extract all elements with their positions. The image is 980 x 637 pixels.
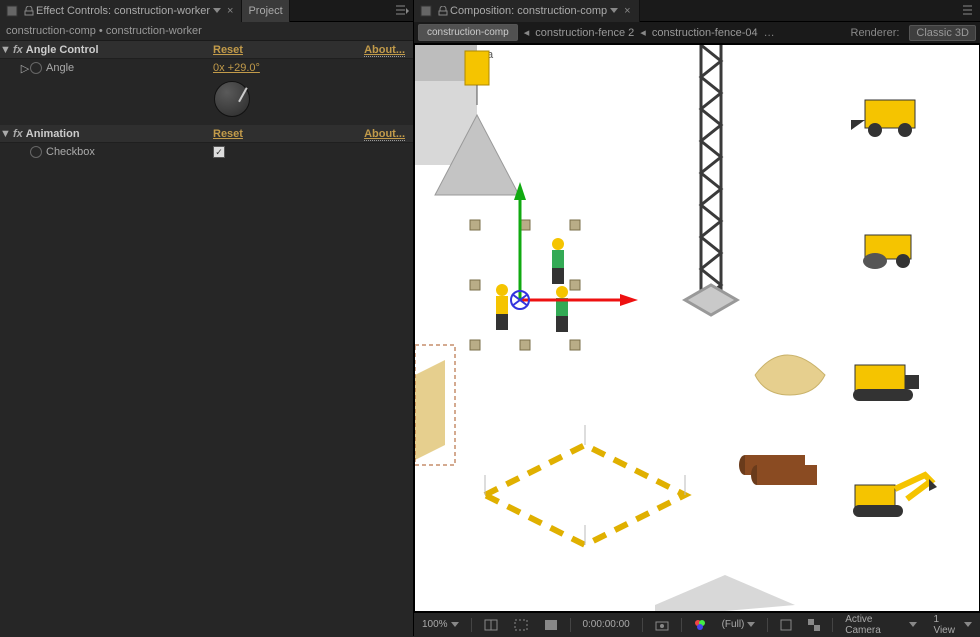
left-tab-bar: Effect Controls: construction-worker × P… <box>0 0 413 22</box>
close-tab-button[interactable]: × <box>622 5 632 17</box>
comp-tab-active[interactable]: construction-comp <box>418 24 518 41</box>
views-dropdown[interactable]: 1 View <box>929 613 976 637</box>
breadcrumb: construction-comp • construction-worker <box>0 22 413 41</box>
effects-list: ▼ fx Angle Control Reset About... ▷ Angl… <box>0 41 413 636</box>
effect-name: Angle Control <box>26 44 213 56</box>
nav-prev-icon[interactable]: ◂ <box>640 26 646 39</box>
fx-badge: fx <box>13 44 23 56</box>
effect-controls-panel: Effect Controls: construction-worker × P… <box>0 0 414 636</box>
twirl-right-icon[interactable]: ▷ <box>20 62 30 75</box>
fx-badge: fx <box>13 128 23 140</box>
timecode-display[interactable]: 0:00:00:00 <box>578 618 633 631</box>
twirl-down-icon[interactable]: ▼ <box>0 128 10 140</box>
checkbox-input[interactable]: ✓ <box>213 146 225 158</box>
property-row-checkbox: ▷ Checkbox ✓ <box>0 143 413 161</box>
panel-icon <box>420 5 432 17</box>
transparency-grid-icon[interactable] <box>804 618 824 632</box>
composition-panel: Composition: construction-comp × constru… <box>414 0 980 636</box>
grid-icon[interactable] <box>510 618 532 632</box>
snapshot-icon[interactable] <box>651 618 673 632</box>
property-row-angle: ▷ Angle 0x +29.0° <box>0 59 413 77</box>
twirl-down-icon[interactable]: ▼ <box>0 44 10 56</box>
composition-nav-bar: construction-comp ◂ construction-fence 2… <box>414 22 980 44</box>
composition-tab[interactable]: Composition: construction-comp × <box>414 0 640 22</box>
renderer-dropdown[interactable]: Classic 3D <box>909 25 976 41</box>
renderer-label: Renderer: <box>851 27 900 39</box>
effect-name: Animation <box>26 128 213 140</box>
angle-dial[interactable] <box>214 81 250 117</box>
comp-tab-other[interactable]: construction-fence-04 <box>652 27 758 39</box>
nav-prev-icon[interactable]: ◂ <box>524 26 530 39</box>
channel-icon[interactable] <box>690 618 710 632</box>
stopwatch-icon[interactable] <box>30 146 42 158</box>
panel-icon <box>6 5 18 17</box>
camera-dropdown[interactable]: Active Camera <box>841 613 921 637</box>
about-link[interactable]: About... <box>364 44 405 57</box>
res-half-icon[interactable] <box>480 618 502 632</box>
comp-tab-other[interactable]: construction-fence 2 <box>535 27 634 39</box>
panel-menu-icon[interactable] <box>962 4 976 16</box>
scene-canvas <box>415 45 980 611</box>
project-tab[interactable]: Project <box>242 0 289 22</box>
roi-icon[interactable] <box>776 618 796 632</box>
reset-link[interactable]: Reset <box>213 128 243 140</box>
right-tab-bar: Composition: construction-comp × <box>414 0 980 22</box>
about-link[interactable]: About... <box>364 128 405 141</box>
chevron-down-icon[interactable] <box>213 8 221 13</box>
vehicle-roller <box>863 235 911 269</box>
zoom-dropdown[interactable]: 100% <box>418 618 463 631</box>
chevron-down-icon[interactable] <box>610 8 618 13</box>
property-name: Angle <box>46 62 213 74</box>
property-name: Checkbox <box>46 146 213 158</box>
reset-link[interactable]: Reset <box>213 44 243 56</box>
mask-toggle-icon[interactable] <box>540 618 562 632</box>
vehicle-bulldozer <box>853 365 919 401</box>
angle-dial-row <box>0 81 413 125</box>
lock-icon[interactable] <box>438 6 448 16</box>
panel-menu-icon[interactable] <box>395 4 409 16</box>
effect-header-animation[interactable]: ▼ fx Animation Reset About... <box>0 125 413 143</box>
project-tab-label: Project <box>248 5 282 17</box>
composition-viewer[interactable]: Active Camera <box>414 44 980 612</box>
close-tab-button[interactable]: × <box>225 5 235 17</box>
stopwatch-icon[interactable] <box>30 62 42 74</box>
lock-icon[interactable] <box>24 6 34 16</box>
resolution-dropdown[interactable]: (Full) <box>718 618 760 631</box>
tab-title: Effect Controls: construction-worker <box>36 5 210 17</box>
vehicle-loader <box>851 100 915 137</box>
viewer-toolbar: 100% 0:00:00:00 (Full) Active Camera 1 V… <box>414 612 980 636</box>
vehicle-excavator <box>853 475 937 517</box>
angle-value[interactable]: 0x +29.0° <box>213 62 260 74</box>
effect-controls-tab[interactable]: Effect Controls: construction-worker × <box>0 0 242 22</box>
composition-tab-title: Composition: construction-comp <box>450 5 607 17</box>
viewer-container: Active Camera <box>414 44 980 636</box>
effect-header-angle-control[interactable]: ▼ fx Angle Control Reset About... <box>0 41 413 59</box>
more-indicator: … <box>764 27 775 39</box>
